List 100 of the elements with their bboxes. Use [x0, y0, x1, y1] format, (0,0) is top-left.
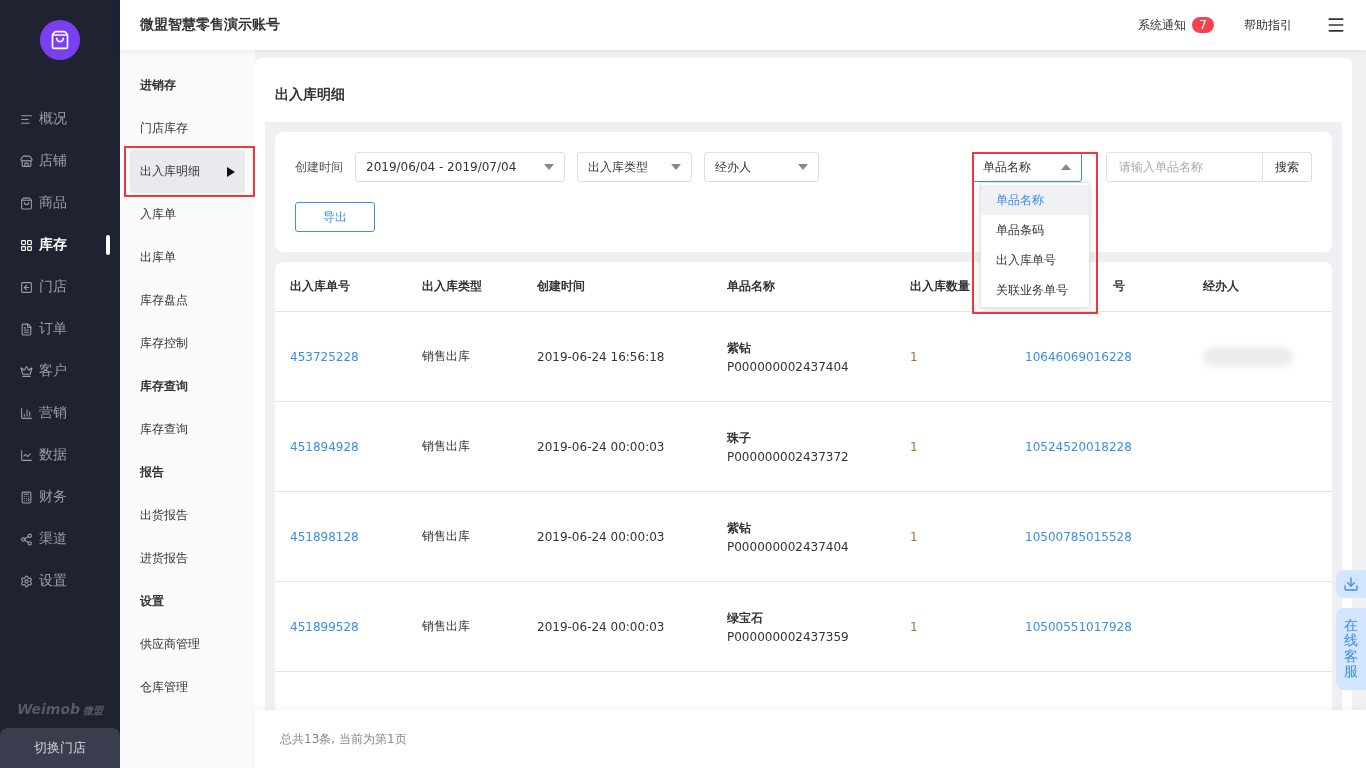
related-order-link[interactable]: 10646069016228 — [1025, 349, 1203, 364]
subnav-item[interactable]: 出货报告 — [130, 494, 245, 537]
product-code: P000000002437404 — [727, 539, 850, 554]
nav-label: 设置 — [39, 572, 67, 590]
nav-label: 财务 — [39, 488, 67, 506]
order-link[interactable]: 451894928 — [290, 439, 422, 454]
subnav-item[interactable]: 出库单 — [130, 236, 245, 279]
nav-label: 数据 — [39, 446, 67, 464]
nav-item[interactable]: 门店 — [0, 266, 120, 308]
store-icon — [20, 154, 33, 168]
column-header: 创建时间 — [537, 278, 585, 295]
caret-icon — [671, 164, 681, 170]
product-name: 绿宝石 — [727, 609, 764, 627]
nav-item[interactable]: 商品 — [0, 182, 120, 224]
subnav-group: 进销存 — [130, 64, 245, 107]
subnav-label: 出货报告 — [140, 507, 188, 524]
nav-label: 概况 — [39, 110, 67, 128]
column-header: 出入库单号 — [290, 278, 350, 295]
product-code: P000000002437404 — [727, 359, 850, 374]
subnav-item[interactable]: 入库单 — [130, 193, 245, 236]
export-button[interactable]: 导出 — [295, 202, 375, 232]
nav-item[interactable]: 渠道 — [0, 518, 120, 560]
subnav-group: 库存查询 — [130, 365, 245, 408]
quantity-cell-text: 1 — [910, 349, 919, 364]
share-icon — [20, 532, 33, 546]
bag-icon — [20, 196, 33, 210]
table-cell-text: 销售出库 — [422, 528, 471, 545]
column-header: 单品名称 — [727, 278, 775, 295]
settings-icon — [20, 574, 33, 588]
menu-icon[interactable] — [1326, 15, 1346, 35]
subnav-label: 库存查询 — [140, 421, 188, 438]
nav-item[interactable]: 概况 — [0, 98, 120, 140]
dropdown-option[interactable]: 关联业务单号 — [981, 275, 1089, 305]
column-header: 经办人 — [1203, 278, 1239, 295]
subnav-item[interactable]: 仓库管理 — [130, 666, 245, 709]
quantity-cell-text: 1 — [910, 619, 919, 634]
nav-item[interactable]: 店铺 — [0, 140, 120, 182]
order-link[interactable]: 451899528 — [290, 619, 422, 634]
subnav-label: 进货报告 — [140, 550, 188, 567]
order-link[interactable]: 451898128 — [290, 529, 422, 544]
subnav-item[interactable]: 库存盘点 — [130, 279, 245, 322]
subnav-item[interactable]: 库存查询 — [130, 408, 245, 451]
nav-item[interactable]: 客户 — [0, 350, 120, 392]
product-name: 珠子 — [727, 429, 752, 447]
product-code: P000000002437372 — [727, 449, 850, 464]
nav-label: 库存 — [39, 236, 67, 254]
subnav-group: 设置 — [130, 580, 245, 623]
table-cell-text: 2019-06-24 16:56:18 — [537, 349, 666, 364]
nav-label: 商品 — [39, 194, 67, 212]
related-order-link[interactable]: 10524520018228 — [1025, 439, 1203, 454]
nav-item[interactable]: 财务 — [0, 476, 120, 518]
search-field[interactable]: 请输入单品名称 — [1106, 152, 1263, 182]
calculator-icon — [20, 490, 33, 504]
related-order-link[interactable]: 10500551017928 — [1025, 619, 1203, 634]
product-code: P000000002437359 — [727, 629, 850, 644]
subnav-group: 报告 — [130, 451, 245, 494]
switch-store-button[interactable]: 切换门店 — [0, 728, 120, 768]
type-select[interactable]: 出入库类型 — [577, 152, 692, 182]
caret-icon — [544, 164, 554, 170]
date-range-select[interactable]: 2019/06/04 - 2019/07/04 — [355, 152, 565, 182]
nav-label: 订单 — [39, 320, 67, 338]
nav-item[interactable]: 数据 — [0, 434, 120, 476]
pagination-summary: 总共13条, 当前为第1页 — [280, 730, 407, 748]
notice-link[interactable]: 系统通知 — [1138, 16, 1187, 34]
notice-count: 7 — [1192, 17, 1214, 33]
nav-item[interactable]: 库存 — [0, 224, 120, 266]
caret-icon — [798, 164, 808, 170]
account-title: 微盟智慧零售演示账号 — [140, 16, 280, 34]
subnav-label: 出库单 — [140, 249, 176, 266]
nav-item[interactable]: 设置 — [0, 560, 120, 602]
subnav-label: 库存盘点 — [140, 292, 188, 309]
nav-item[interactable]: 营销 — [0, 392, 120, 434]
app-logo — [40, 20, 80, 60]
dropdown-option[interactable]: 出入库单号 — [981, 245, 1089, 275]
table-cell-text: 2019-06-24 00:00:03 — [537, 439, 666, 454]
quantity-cell-text: 1 — [910, 529, 919, 544]
subnav-label: 库存控制 — [140, 335, 188, 352]
subnav-item[interactable]: 库存控制 — [130, 322, 245, 365]
table-cell-text: 2019-06-24 00:00:03 — [537, 619, 666, 634]
search-button[interactable]: 搜索 — [1263, 152, 1312, 182]
table-cell-text: 销售出库 — [422, 348, 471, 365]
column-header: 号 — [1113, 278, 1126, 295]
grid-icon — [20, 238, 33, 252]
play-icon — [227, 166, 235, 177]
subnav-item[interactable]: 进货报告 — [130, 537, 245, 580]
caret-icon — [1061, 164, 1071, 170]
product-name: 紫钻 — [727, 339, 752, 357]
order-link[interactable]: 453725228 — [290, 349, 422, 364]
nav-item[interactable]: 订单 — [0, 308, 120, 350]
date-label: 创建时间 — [295, 158, 343, 176]
column-header: 出入库数量 — [910, 278, 970, 295]
subnav-item[interactable]: 供应商管理 — [130, 623, 245, 666]
dropdown-option[interactable]: 单品条码 — [981, 215, 1089, 245]
subnav-item[interactable]: 出入库明细 — [130, 150, 245, 193]
help-link[interactable]: 帮助指引 — [1244, 16, 1292, 34]
operator-select[interactable]: 经办人 — [704, 152, 819, 182]
download-icon — [1343, 576, 1359, 592]
related-order-link[interactable]: 10500785015528 — [1025, 529, 1203, 544]
subnav-item[interactable]: 门店库存 — [130, 107, 245, 150]
subnav-label: 供应商管理 — [140, 636, 200, 653]
